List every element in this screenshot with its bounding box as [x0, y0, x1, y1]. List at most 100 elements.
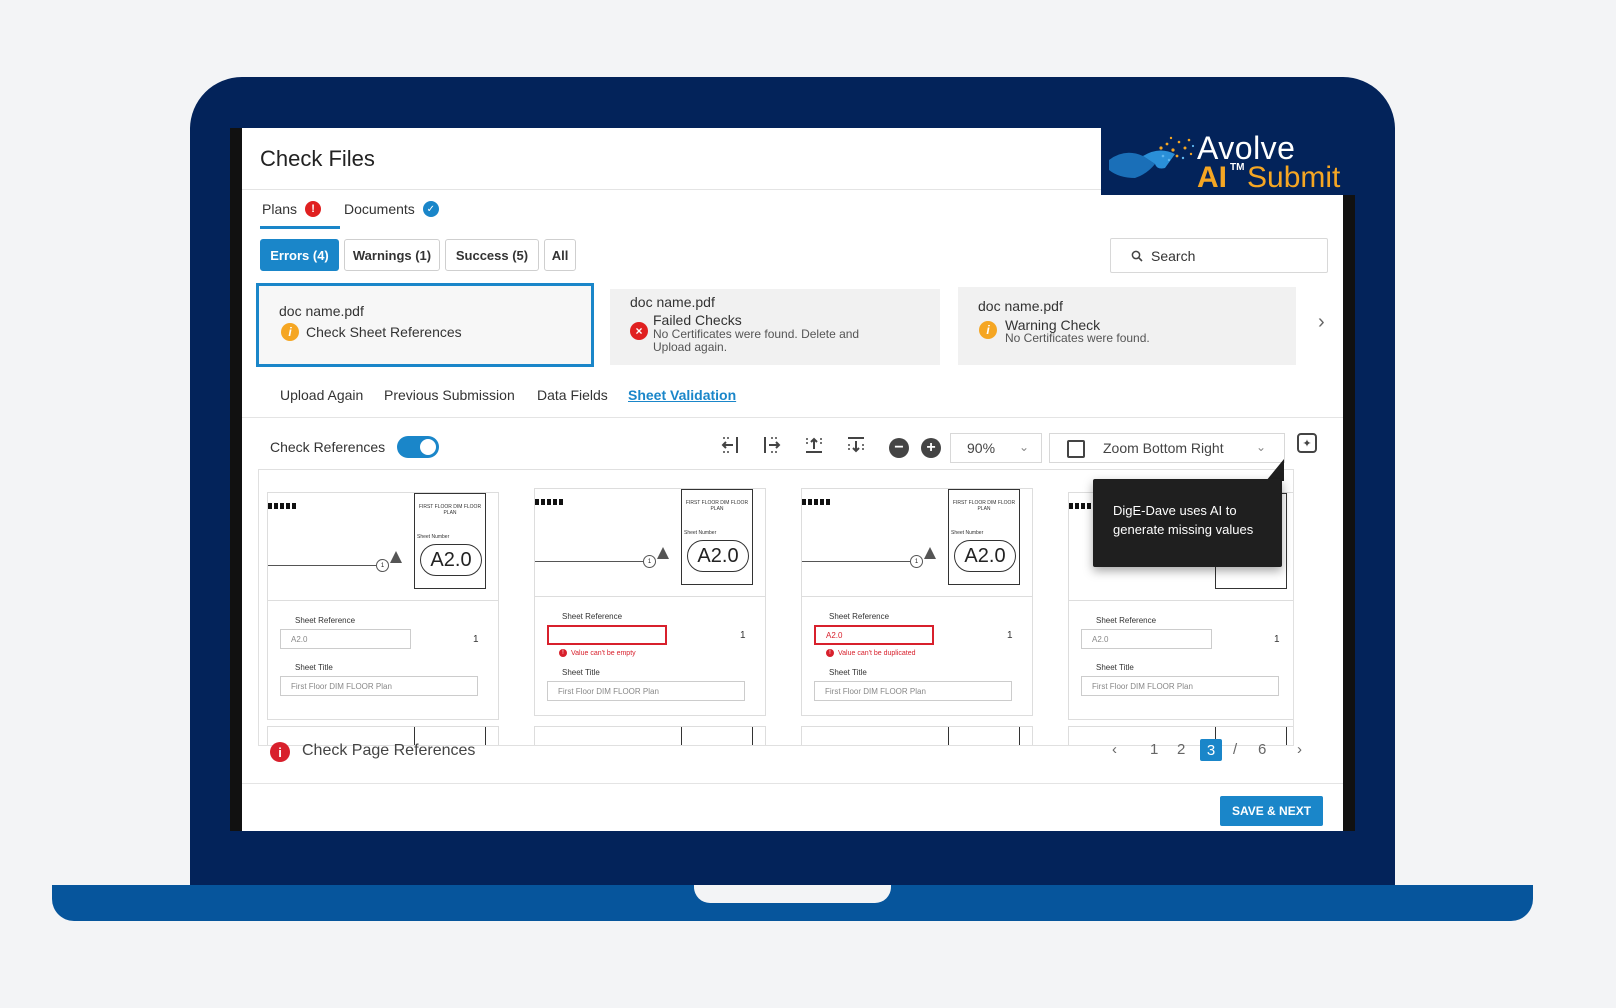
- pagination-page-1[interactable]: 1: [1150, 741, 1158, 758]
- tab-plans[interactable]: Plans !: [262, 201, 322, 217]
- sheet-title-label: Sheet Title: [562, 668, 600, 677]
- pagination-page-current[interactable]: 3: [1200, 739, 1222, 761]
- search-placeholder: Search: [1151, 247, 1196, 264]
- footer-divider: [242, 783, 1343, 784]
- pagination-next-icon[interactable]: ›: [1297, 741, 1302, 758]
- sheet-thumbnail: 1 FIRST FLOOR DIM FLOOR PLAN Sheet Numbe…: [268, 493, 498, 601]
- pagination-total: 6: [1258, 741, 1267, 758]
- save-next-button[interactable]: SAVE & NEXT: [1220, 796, 1323, 826]
- sheet-card-1[interactable]: 1 FIRST FLOOR DIM FLOOR PLAN Sheet Numbe…: [267, 492, 499, 720]
- align-bottom-icon[interactable]: [844, 433, 868, 457]
- chevron-right-icon[interactable]: ›: [1318, 311, 1325, 334]
- title-block: FIRST FLOOR DIM FLOOR PLAN Sheet Number …: [681, 489, 753, 585]
- sheet-reference-input[interactable]: A2.0: [1081, 629, 1212, 649]
- validation-error: ! Value can't be duplicated: [826, 649, 916, 657]
- error-dot-icon: !: [559, 649, 567, 657]
- sheet-title-label: Sheet Title: [829, 668, 867, 677]
- error-icon: ×: [630, 322, 648, 340]
- validation-error-text: Value can't be empty: [571, 649, 636, 657]
- title-block-sheet-number-label: Sheet Number: [684, 530, 717, 536]
- sheet-reference-input[interactable]: A2.0: [280, 629, 411, 649]
- logo-wordmark-submit: Submit: [1247, 161, 1341, 194]
- active-tab-indicator: [260, 226, 340, 229]
- title-block-sheet-number-label: Sheet Number: [417, 534, 450, 540]
- align-right-icon[interactable]: [760, 433, 784, 457]
- search-icon: [1131, 250, 1143, 262]
- search-input[interactable]: Search: [1110, 238, 1328, 273]
- dimension-line: [268, 565, 376, 566]
- tooltip-arrow: [1266, 459, 1284, 481]
- sheet-card-next-2[interactable]: [534, 726, 766, 745]
- tab-plans-label: Plans: [262, 201, 298, 217]
- sheet-card-2[interactable]: 1 FIRST FLOOR DIM FLOOR PLAN Sheet Numbe…: [534, 488, 766, 716]
- sheet-card-next-3[interactable]: [801, 726, 1033, 745]
- sheet-number-cloud: A2.0: [687, 540, 749, 572]
- scale-bar: [268, 503, 296, 509]
- app-screen: Avolve AI TM Submit Check Files Plans ! …: [230, 128, 1355, 831]
- filter-all-button[interactable]: All: [544, 239, 576, 271]
- sheet-reference-count: 1: [473, 634, 479, 645]
- revision-triangle-icon: [390, 551, 402, 563]
- ai-generate-icon[interactable]: ✦: [1297, 433, 1317, 453]
- error-dot-icon: !: [826, 649, 834, 657]
- doc-card-3[interactable]: doc name.pdf i Warning Check No Certific…: [958, 287, 1296, 365]
- sheet-title-input[interactable]: First Floor DIM FLOOR Plan: [814, 681, 1012, 701]
- zoom-corner-icon: [1067, 440, 1085, 458]
- zoom-mode-select[interactable]: Zoom Bottom Right ⌄: [1049, 433, 1285, 463]
- doc-card-name: doc name.pdf: [279, 303, 364, 319]
- sheet-title-input[interactable]: First Floor DIM FLOOR Plan: [280, 676, 478, 696]
- title-block: [948, 727, 1020, 745]
- filter-errors-button[interactable]: Errors (4): [260, 239, 339, 271]
- zoom-out-icon[interactable]: −: [889, 438, 909, 458]
- subtab-previous-submission[interactable]: Previous Submission: [384, 387, 515, 403]
- zoom-in-icon[interactable]: +: [921, 438, 941, 458]
- doc-card-2[interactable]: doc name.pdf × Failed Checks No Certific…: [610, 289, 940, 365]
- check-references-toggle[interactable]: [397, 436, 439, 458]
- pagination-separator: /: [1233, 741, 1238, 758]
- zoom-mode-value: Zoom Bottom Right: [1103, 440, 1224, 456]
- title-block-heading: FIRST FLOOR DIM FLOOR PLAN: [418, 504, 482, 516]
- tab-documents[interactable]: Documents ✓: [344, 201, 439, 217]
- chevron-down-icon: ⌄: [1255, 440, 1266, 454]
- sheet-reference-label: Sheet Reference: [562, 612, 623, 621]
- sheet-reference-input[interactable]: [547, 625, 667, 645]
- sheet-number-cloud: A2.0: [420, 544, 482, 576]
- grid-bubble-icon: 1: [376, 559, 389, 572]
- handshake-logo-icon: [1109, 136, 1195, 178]
- title-block-heading: FIRST FLOOR DIM FLOOR PLAN: [952, 500, 1016, 512]
- check-page-references-text: Check Page References: [302, 742, 476, 759]
- title-block-sheet-number-label: Sheet Number: [951, 530, 984, 536]
- tab-documents-label: Documents: [344, 201, 415, 217]
- check-badge-icon: ✓: [422, 201, 439, 217]
- subtab-upload-again[interactable]: Upload Again: [280, 387, 363, 403]
- pagination-prev-icon[interactable]: ‹: [1112, 741, 1117, 758]
- doc-card-1[interactable]: doc name.pdf i Check Sheet References: [256, 283, 594, 367]
- doc-card-status: Failed Checks: [653, 312, 742, 328]
- filter-success-button[interactable]: Success (5): [445, 239, 539, 271]
- warning-icon: i: [281, 323, 299, 341]
- chevron-down-icon: ⌄: [1018, 440, 1029, 454]
- subtab-data-fields[interactable]: Data Fields: [537, 387, 608, 403]
- zoom-level-select[interactable]: 90% ⌄: [950, 433, 1042, 463]
- doc-card-detail: No Certificates were found. Delete and U…: [653, 327, 860, 354]
- sheet-title-input[interactable]: First Floor DIM FLOOR Plan: [1081, 676, 1279, 696]
- dimension-line: [535, 561, 643, 562]
- sheet-card-3[interactable]: 1 FIRST FLOOR DIM FLOOR PLAN Sheet Numbe…: [801, 488, 1033, 716]
- title-block: [681, 727, 753, 745]
- pagination-page-2[interactable]: 2: [1177, 741, 1185, 758]
- align-top-icon[interactable]: [802, 433, 826, 457]
- title-block-heading: FIRST FLOOR DIM FLOOR PLAN: [685, 500, 749, 512]
- page-title: Check Files: [260, 146, 375, 171]
- sheet-reference-label: Sheet Reference: [295, 616, 356, 625]
- sheet-reference-input[interactable]: A2.0: [814, 625, 934, 645]
- validation-error-text: Value can't be duplicated: [838, 649, 916, 657]
- sheet-reference-label: Sheet Reference: [829, 612, 890, 621]
- doc-card-detail: No Certificates were found.: [1005, 331, 1150, 345]
- filter-warnings-button[interactable]: Warnings (1): [344, 239, 440, 271]
- doc-card-name: doc name.pdf: [978, 298, 1063, 314]
- align-left-icon[interactable]: [718, 433, 742, 457]
- subtab-sheet-validation[interactable]: Sheet Validation: [628, 387, 736, 403]
- sheet-title-input[interactable]: First Floor DIM FLOOR Plan: [547, 681, 745, 701]
- dimension-line: [802, 561, 910, 562]
- check-references-label: Check References: [270, 439, 386, 455]
